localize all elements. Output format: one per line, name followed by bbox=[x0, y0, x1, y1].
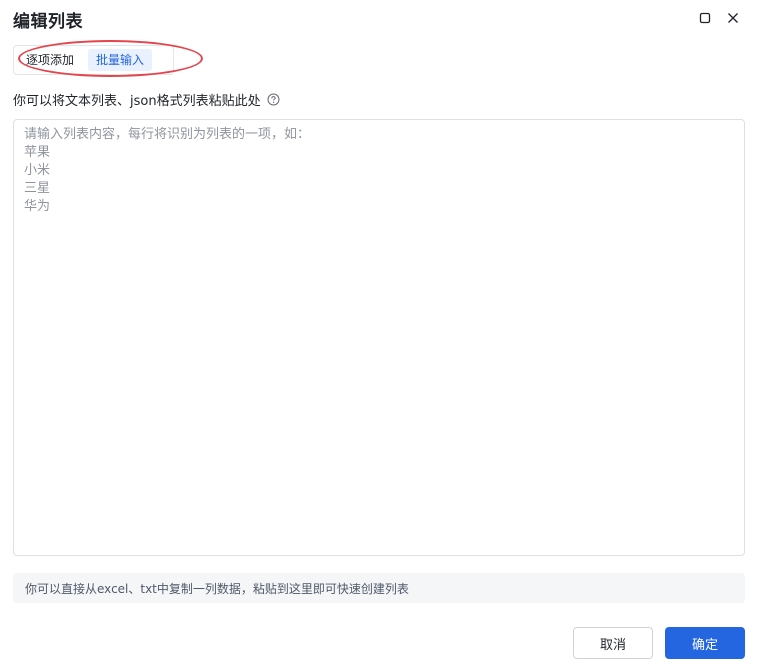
maximize-icon bbox=[699, 12, 711, 24]
close-icon bbox=[728, 13, 738, 23]
placeholder-line: 华为 bbox=[24, 199, 51, 214]
batch-list-textarea[interactable]: 请输入列表内容，每行将识别为列表的一项，如： 苹果 小米 三星 华为 bbox=[13, 119, 745, 556]
placeholder-line: 苹果 bbox=[24, 145, 51, 160]
import-tip: 你可以直接从excel、txt中复制一列数据，粘贴到这里即可快速创建列表 bbox=[13, 573, 745, 603]
placeholder-line: 请输入列表内容，每行将识别为列表的一项，如： bbox=[24, 127, 311, 142]
import-tip-text: 你可以直接从excel、txt中复制一列数据，粘贴到这里即可快速创建列表 bbox=[25, 581, 409, 596]
close-button[interactable] bbox=[724, 9, 742, 27]
input-mode-tabs: 逐项添加 批量输入 bbox=[13, 45, 174, 75]
tab-item-by-item[interactable]: 逐项添加 bbox=[18, 49, 82, 71]
paste-hint-text: 你可以将文本列表、json格式列表粘贴此处 bbox=[13, 94, 261, 109]
help-circle-icon[interactable] bbox=[267, 93, 280, 106]
placeholder-line: 小米 bbox=[24, 163, 51, 178]
textarea-placeholder: 请输入列表内容，每行将识别为列表的一项，如： 苹果 小米 三星 华为 bbox=[24, 126, 734, 216]
paste-hint: 你可以将文本列表、json格式列表粘贴此处 bbox=[13, 90, 280, 109]
tab-batch-input[interactable]: 批量输入 bbox=[88, 49, 153, 71]
cancel-button[interactable]: 取消 bbox=[573, 627, 653, 659]
placeholder-line: 三星 bbox=[24, 181, 51, 196]
dialog-title: 编辑列表 bbox=[13, 12, 83, 32]
maximize-button[interactable] bbox=[696, 9, 714, 27]
confirm-button[interactable]: 确定 bbox=[665, 627, 745, 659]
edit-list-dialog: 编辑列表 逐项添加 批量输入 你可以将文本列表、json格式列表粘贴此处 请输入… bbox=[0, 0, 765, 666]
